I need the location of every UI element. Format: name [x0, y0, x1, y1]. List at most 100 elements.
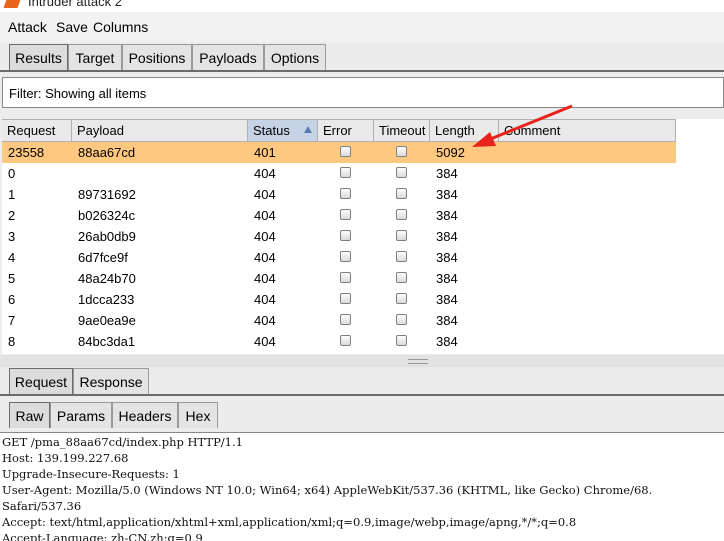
col-status[interactable]: Status — [248, 120, 318, 141]
tab-raw[interactable]: Raw — [9, 402, 50, 428]
error-checkbox — [340, 167, 351, 178]
menu-bar: Attack Save Columns — [0, 12, 724, 42]
filter-bar[interactable]: Filter: Showing all items — [2, 77, 724, 108]
tab-options[interactable]: Options — [264, 44, 326, 70]
cell-length: 384 — [436, 313, 458, 328]
table-row[interactable]: 8 84bc3da1 404 384 — [2, 331, 676, 352]
cell-status: 404 — [254, 166, 276, 181]
error-checkbox — [340, 272, 351, 283]
tab-headers[interactable]: Headers — [112, 402, 178, 428]
cell-request: 5 — [8, 271, 16, 286]
cell-payload: 6d7fce9f — [78, 250, 128, 265]
tab-payloads[interactable]: Payloads — [192, 44, 264, 70]
cell-request: 4 — [8, 250, 16, 265]
cell-status: 404 — [254, 292, 276, 307]
col-status-label: Status — [253, 123, 290, 138]
cell-payload: 9ae0ea9e — [78, 313, 136, 328]
cell-payload: 88aa67cd — [78, 145, 136, 160]
raw-line: GET /pma_88aa67cd/index.php HTTP/1.1 — [2, 435, 243, 449]
timeout-checkbox — [396, 230, 407, 241]
results-table: Request Payload Status Error Timeout Len… — [2, 119, 676, 354]
cell-length: 384 — [436, 250, 458, 265]
timeout-checkbox — [396, 146, 407, 157]
table-row[interactable]: 0 404 384 — [2, 163, 676, 184]
main-tab-divider — [0, 70, 724, 72]
tab-response[interactable]: Response — [73, 368, 149, 394]
cell-length: 384 — [436, 271, 458, 286]
raw-line: Host: 139.199.227.68 — [2, 451, 129, 465]
table-row[interactable]: 7 9ae0ea9e 404 384 — [2, 310, 676, 331]
menu-save[interactable]: Save — [56, 19, 88, 35]
pane-splitter[interactable] — [0, 355, 724, 367]
col-timeout[interactable]: Timeout — [374, 120, 430, 141]
error-checkbox — [340, 335, 351, 346]
cell-request: 1 — [8, 187, 16, 202]
cell-length: 384 — [436, 166, 458, 181]
splitter-grip-icon[interactable] — [408, 359, 428, 364]
raw-request-editor[interactable]: GET /pma_88aa67cd/index.php HTTP/1.1 Hos… — [0, 432, 724, 541]
timeout-checkbox — [396, 272, 407, 283]
error-checkbox — [340, 251, 351, 262]
cell-request: 6 — [8, 292, 16, 307]
cell-payload: 84bc3da1 — [78, 334, 136, 349]
sort-ascending-icon — [304, 126, 312, 133]
cell-request: 0 — [8, 166, 16, 181]
menu-columns[interactable]: Columns — [93, 19, 148, 35]
table-row[interactable]: 6 1dcca233 404 384 — [2, 289, 676, 310]
raw-line: Safari/537.36 — [2, 499, 82, 513]
col-payload[interactable]: Payload — [72, 120, 248, 141]
cell-length: 384 — [436, 208, 458, 223]
raw-line: User-Agent: Mozilla/5.0 (Windows NT 10.0… — [2, 483, 653, 497]
timeout-checkbox — [396, 293, 407, 304]
burp-logo-icon — [3, 0, 23, 8]
error-checkbox — [340, 146, 351, 157]
table-row[interactable]: 1 89731692 404 384 — [2, 184, 676, 205]
cell-payload: 48a24b70 — [78, 271, 136, 286]
error-checkbox — [340, 188, 351, 199]
tab-results[interactable]: Results — [9, 44, 68, 70]
error-checkbox — [340, 293, 351, 304]
cell-length: 384 — [436, 229, 458, 244]
window-titlebar: Intruder attack 2 — [0, 0, 724, 12]
cell-request: 3 — [8, 229, 16, 244]
tab-hex[interactable]: Hex — [178, 402, 218, 428]
cell-payload: 26ab0db9 — [78, 229, 136, 244]
error-checkbox — [340, 209, 351, 220]
cell-request: 8 — [8, 334, 16, 349]
timeout-checkbox — [396, 251, 407, 262]
main-tab-bar: Results Target Positions Payloads Option… — [0, 44, 724, 72]
table-row[interactable]: 2 b026324c 404 384 — [2, 205, 676, 226]
filter-text: Filter: Showing all items — [9, 86, 147, 101]
table-row[interactable]: 5 48a24b70 404 384 — [2, 268, 676, 289]
col-error[interactable]: Error — [318, 120, 374, 141]
cell-request: 7 — [8, 313, 16, 328]
window-title: Intruder attack 2 — [28, 0, 122, 9]
request-tab-divider — [0, 394, 724, 396]
table-empty-area — [676, 119, 724, 354]
cell-status: 404 — [254, 187, 276, 202]
cell-status: 404 — [254, 334, 276, 349]
cell-status: 404 — [254, 271, 276, 286]
tab-request[interactable]: Request — [9, 368, 73, 394]
timeout-checkbox — [396, 209, 407, 220]
timeout-checkbox — [396, 188, 407, 199]
table-row[interactable]: 3 26ab0db9 404 384 — [2, 226, 676, 247]
cell-status: 404 — [254, 229, 276, 244]
error-checkbox — [340, 230, 351, 241]
view-tab-bar: Raw Params Headers Hex — [0, 402, 724, 430]
cell-length: 384 — [436, 292, 458, 307]
cell-request: 23558 — [8, 145, 45, 160]
raw-line: Accept: text/html,application/xhtml+xml,… — [2, 515, 577, 529]
cell-payload: 1dcca233 — [78, 292, 135, 307]
table-row[interactable]: 4 6d7fce9f 404 384 — [2, 247, 676, 268]
cell-payload: 89731692 — [78, 187, 136, 202]
tab-target[interactable]: Target — [68, 44, 122, 70]
tab-params[interactable]: Params — [50, 402, 112, 428]
error-checkbox — [340, 314, 351, 325]
tab-positions[interactable]: Positions — [122, 44, 192, 70]
timeout-checkbox — [396, 314, 407, 325]
col-request[interactable]: Request — [2, 120, 72, 141]
cell-status: 404 — [254, 313, 276, 328]
menu-attack[interactable]: Attack — [8, 19, 47, 35]
cell-status: 404 — [254, 250, 276, 265]
